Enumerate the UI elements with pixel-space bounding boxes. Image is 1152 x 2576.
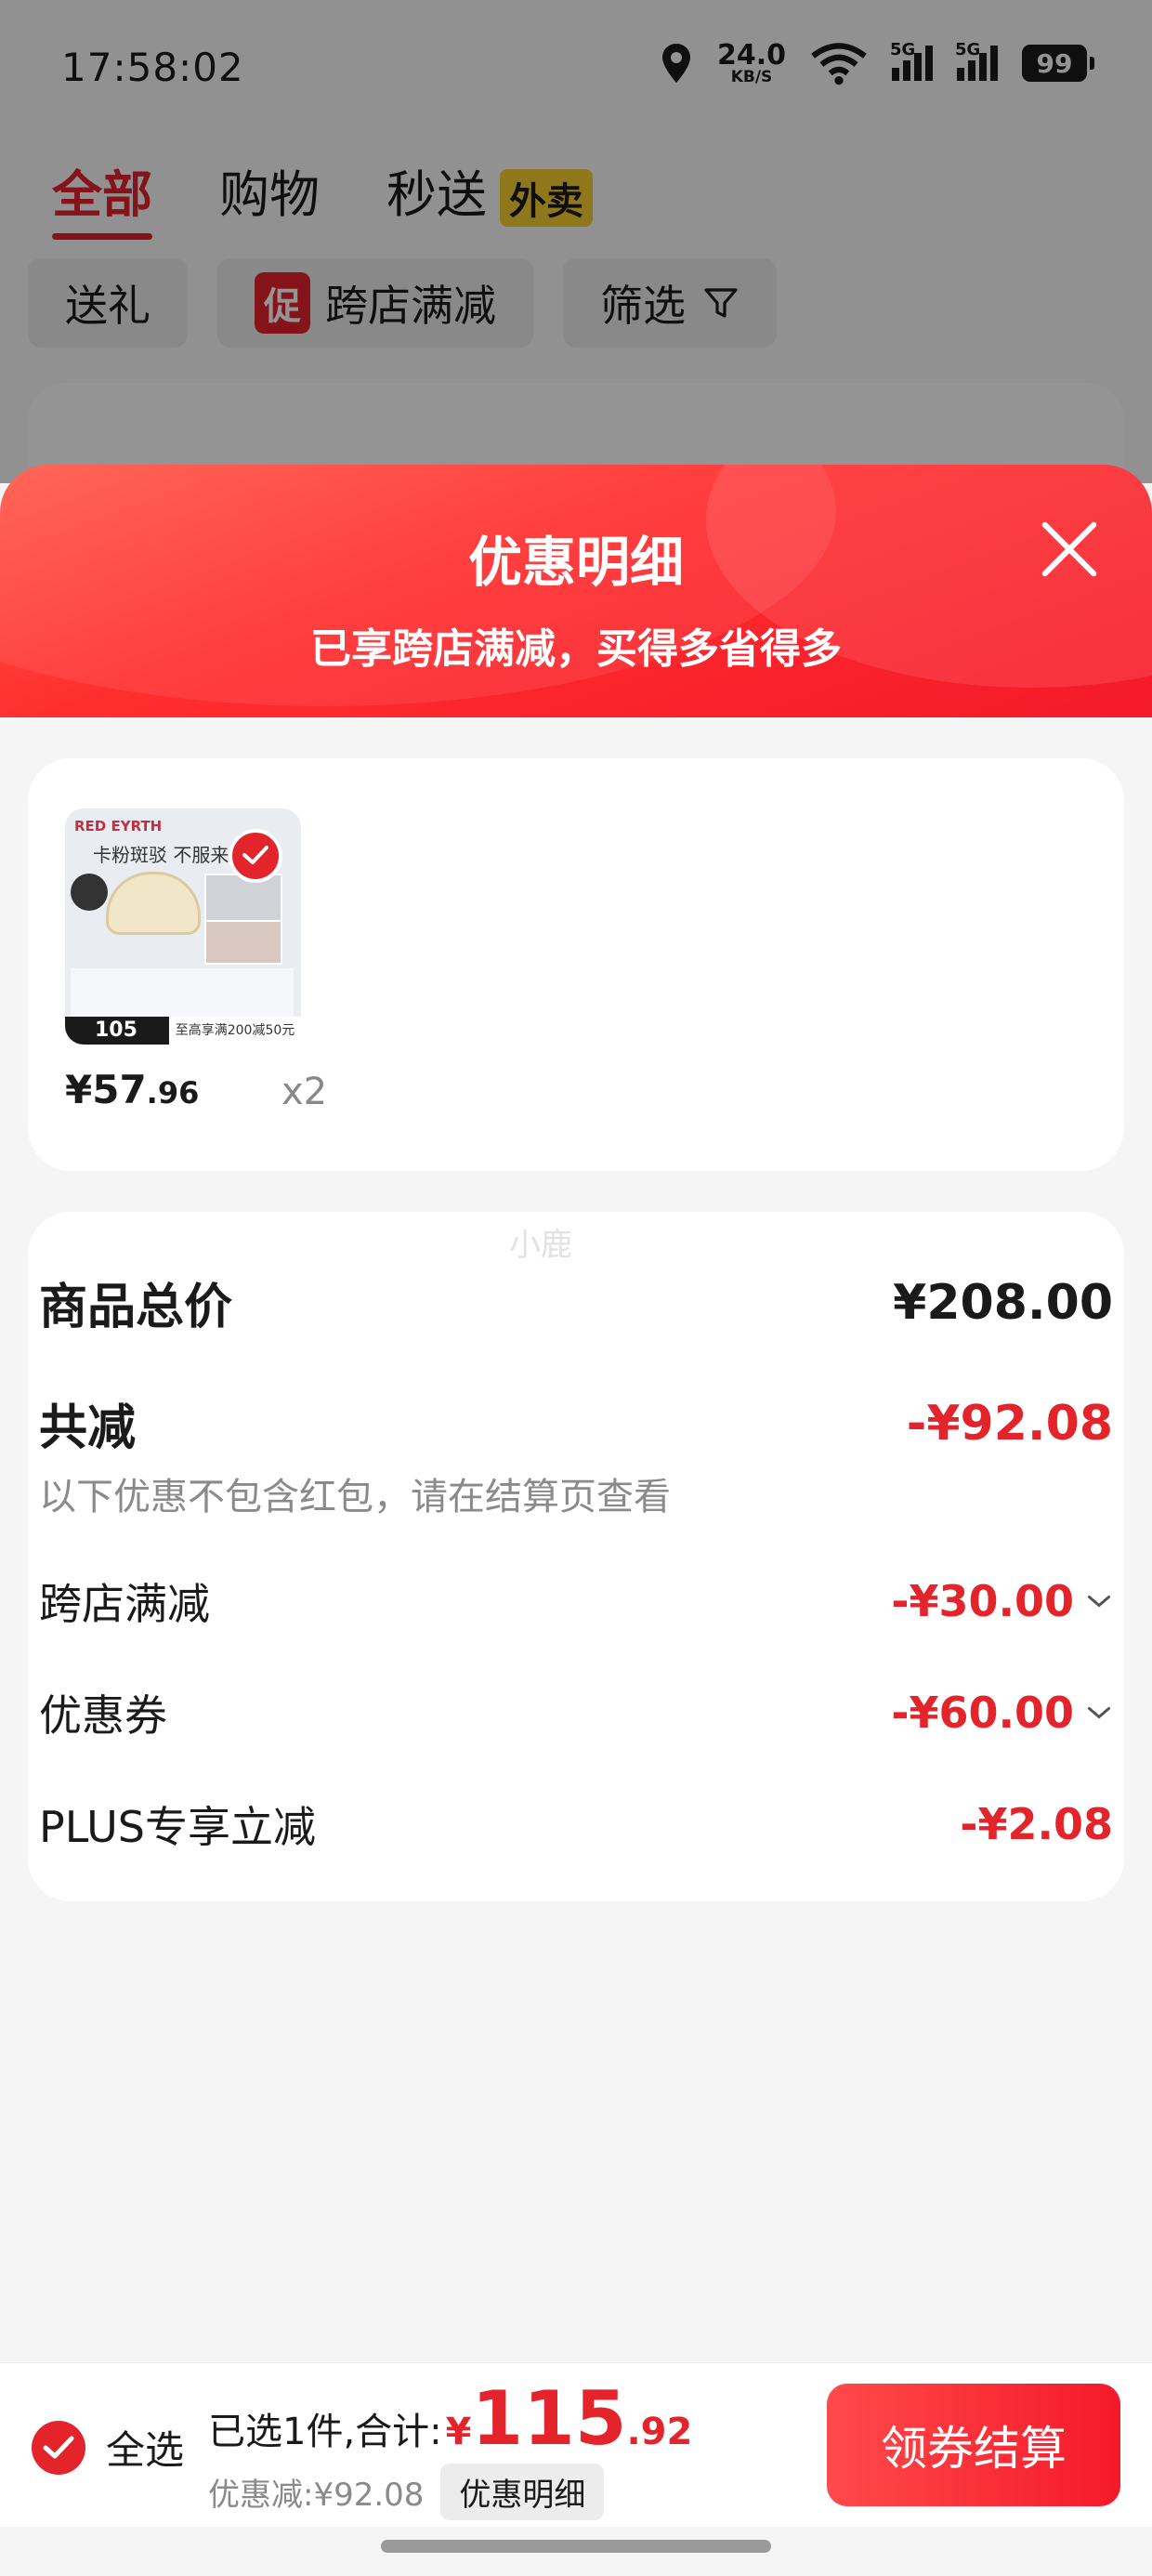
discount-item-amount: -¥60.00 [891,1688,1074,1738]
discount-amount-text: 优惠减:¥92.08 [208,2477,425,2514]
chevron-down-icon [1088,1596,1110,1608]
total-currency: ¥ [445,2411,472,2453]
total-decimal: .92 [626,2411,693,2453]
product-box-image-2 [204,920,282,965]
discount-item-value: -¥60.00 [891,1688,1113,1738]
thumbnail-gift-row [71,968,294,1020]
selected-check-icon [229,829,282,883]
thumbnail-badge [71,874,108,911]
sheet-subtitle: 已享跨店满减，买得多省得多 [310,625,842,673]
product-price-int: ¥57 [65,1067,147,1112]
discount-item-label: 优惠券 [39,1690,167,1741]
total-price-value: ¥208.00 [893,1274,1113,1331]
discount-item-coupon[interactable]: 优惠券 -¥60.00 [39,1682,1113,1743]
checkout-button[interactable]: 领券结算 [827,2384,1120,2506]
cream-jar-image [106,872,201,935]
discount-item-cross-store[interactable]: 跨店满减 -¥30.00 [39,1571,1113,1632]
total-integer: 115 [471,2375,627,2462]
discount-item-plus: PLUS专享立减 -¥2.08 [39,1794,1113,1855]
chevron-down-icon [1088,1707,1110,1719]
thumbnail-price: 105 [65,1017,169,1045]
product-card: RED EYRTH 卡粉斑驳 不服来 105 至高享满200减50元 ¥57.9… [28,758,1124,1171]
thumbnail-brand-text: RED EYRTH [74,818,163,835]
modal-overlay[interactable] [0,0,1152,483]
thumbnail-slogan-text: 卡粉斑驳 不服来 [93,844,229,866]
sheet-title: 优惠明细 [467,531,684,594]
discount-item-label: PLUS专享立减 [39,1802,316,1852]
discount-note: 以下优惠不包含红包，请在结算页查看 [39,1476,671,1518]
close-icon[interactable] [1037,517,1102,582]
select-all-label: 全选 [106,2427,185,2473]
watermark: 小鹿 [509,1227,572,1264]
discount-item-label: 跨店满减 [39,1579,210,1629]
total-reduce-row: 共减 -¥92.08 [39,1388,1113,1458]
checkbox-checked-icon [32,2420,85,2475]
sheet-header: 优惠明细 已享跨店满减，买得多省得多 [0,465,1152,717]
discount-item-amount: -¥2.08 [960,1799,1113,1849]
selected-count-text: 已选1件,合计: [208,2411,442,2453]
product-box-image [204,874,282,922]
total-reduce-label: 共减 [39,1400,137,1456]
product-thumbnail[interactable]: RED EYRTH 卡粉斑驳 不服来 105 至高享满200减50元 [65,808,301,1045]
thumbnail-promo: 至高享满200减50元 [169,1017,301,1045]
home-indicator[interactable] [381,2540,771,2553]
product-price: ¥57.96 [65,1067,199,1112]
checkout-bar: 全选 已选1件,合计: ¥ 115 .92 优惠减:¥92.08 优惠明细 领券… [0,2362,1152,2527]
select-all-toggle[interactable]: 全选 [32,2419,184,2476]
discount-item-value: -¥30.00 [891,1576,1113,1626]
product-price-dec: .96 [146,1075,200,1111]
discount-detail-button[interactable]: 优惠明细 [440,2464,605,2520]
discount-line: 优惠减:¥92.08 优惠明细 [208,2464,605,2520]
total-price-label: 商品总价 [39,1280,233,1335]
discount-item-amount: -¥30.00 [891,1576,1074,1626]
order-total: 已选1件,合计: ¥ 115 .92 [208,2382,692,2456]
total-price-row: 商品总价 ¥208.00 [39,1268,1113,1337]
product-quantity: x2 [281,1071,328,1113]
total-reduce-value: -¥92.08 [906,1395,1113,1452]
